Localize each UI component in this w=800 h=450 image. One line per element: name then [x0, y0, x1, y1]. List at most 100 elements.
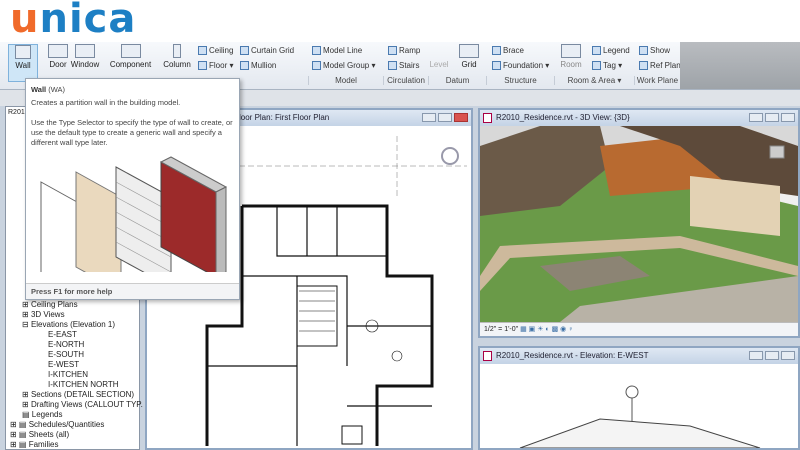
curtain-grid-button[interactable]: Curtain Grid [240, 46, 294, 56]
elevation-view[interactable]: R2010_Residence.rvt - Elevation: E-WEST [478, 346, 800, 450]
elevation-title: R2010_Residence.rvt - Elevation: E-WEST [496, 351, 649, 360]
ribbon-empty [680, 42, 800, 89]
foundation-label: Foundation [503, 61, 544, 70]
tree-item[interactable]: E-EAST [10, 330, 143, 340]
close-button[interactable] [454, 113, 468, 122]
document-icon [483, 351, 492, 361]
model-group-label: Model Group [323, 61, 370, 70]
tooltip-description: Creates a partition wall in the building… [31, 98, 181, 107]
elevation-drawing [519, 385, 761, 449]
model-group-button[interactable]: Model Group ▾ [312, 61, 376, 71]
legend-icon [592, 46, 601, 56]
tree-item[interactable]: ⊞ 3D Views [10, 310, 143, 320]
document-icon [483, 113, 492, 123]
minimize-button[interactable] [749, 351, 763, 360]
legend-label: Legend [603, 46, 630, 55]
tree-item[interactable]: I-KITCHEN NORTH [10, 380, 143, 390]
tree-item[interactable]: ⊞ Ceiling Plans [10, 300, 143, 310]
wall-tooltip: Wall (WA) Creates a partition wall in th… [25, 78, 240, 303]
room-label: Room [560, 60, 582, 69]
restore-button[interactable] [765, 351, 779, 360]
3d-view-title: R2010_Residence.rvt - 3D View: {3D} [496, 113, 630, 122]
view-control-bar: 1/2" = 1'-0" ▦ ▣ ☀ ◐ ▩ ◉ ♀ [480, 322, 798, 336]
tree-item[interactable]: E-NORTH [10, 340, 143, 350]
3d-house-render [480, 126, 798, 322]
ramp-button[interactable]: Ramp [388, 46, 421, 56]
tree-item[interactable]: ⊞ ▤ Families [10, 440, 143, 450]
brace-icon [492, 46, 501, 56]
tree-item[interactable]: ⊞ ▤ Sheets (all) [10, 430, 143, 440]
window-label: Window [70, 60, 100, 69]
model-line-button[interactable]: Model Line [312, 46, 362, 56]
brace-button[interactable]: Brace [492, 46, 524, 56]
tree-label: 3D Views [30, 310, 65, 319]
level-label: Level [429, 60, 449, 69]
column-button[interactable]: Column [157, 44, 197, 69]
grid-label: Grid [461, 60, 477, 69]
logo-u: u [10, 0, 40, 42]
legend-button[interactable]: Legend [592, 46, 630, 56]
show-button[interactable]: Show [639, 46, 670, 56]
ramp-icon [388, 46, 397, 56]
tree-label: Schedules/Quantities [28, 420, 105, 429]
tree-item[interactable]: ▤ Legends [10, 410, 143, 420]
3d-view[interactable]: R2010_Residence.rvt - 3D View: {3D} 1/2"… [478, 108, 800, 338]
component-label: Component [109, 60, 152, 69]
tree-item[interactable]: E-WEST [10, 360, 143, 370]
model-line-icon [312, 46, 321, 56]
tag-label: Tag [603, 61, 616, 70]
level-button[interactable]: Level [424, 44, 454, 69]
show-icon [639, 46, 648, 56]
component-button[interactable]: Component [108, 44, 153, 69]
panel-datum: Datum [428, 76, 486, 85]
ramp-label: Ramp [399, 46, 421, 55]
panel-work-plane: Work Plane [634, 76, 680, 85]
mullion-button[interactable]: Mullion [240, 61, 277, 71]
tree-item[interactable]: E-SOUTH [10, 350, 143, 360]
tag-button[interactable]: Tag ▾ [592, 61, 622, 71]
tree-label: Sections (DETAIL SECTION) [30, 390, 135, 399]
restore-button[interactable] [438, 113, 452, 122]
tree-item[interactable]: ⊞ Drafting Views (CALLOUT TYP. [10, 400, 143, 410]
room-button[interactable]: Room [553, 44, 589, 69]
grid-button[interactable]: Grid [454, 44, 484, 69]
foundation-button[interactable]: Foundation ▾ [492, 61, 549, 71]
floor-button[interactable]: Floor ▾ [198, 61, 233, 71]
panel-room-area[interactable]: Room & Area ▾ [554, 76, 634, 85]
ceiling-button[interactable]: Ceiling [198, 46, 233, 56]
ceiling-icon [198, 46, 207, 56]
unica-logo: unica [0, 0, 800, 42]
tree-label: Elevations (Elevation 1) [30, 320, 115, 329]
tree-label: Sheets (all) [28, 430, 70, 439]
browser-tree: ⊞ Ceiling Plans ⊞ 3D Views ⊟ Elevations … [10, 300, 143, 450]
mullion-icon [240, 61, 249, 71]
wall-button[interactable]: Wall [8, 44, 38, 82]
tooltip-shortcut: (WA) [48, 85, 66, 94]
maximize-button[interactable] [781, 351, 795, 360]
restore-button[interactable] [765, 113, 779, 122]
tree-label: Drafting Views (CALLOUT TYP. [30, 400, 143, 409]
tree-item[interactable]: ⊞ Sections (DETAIL SECTION) [10, 390, 143, 400]
stairs-button[interactable]: Stairs [388, 61, 420, 71]
tree-item[interactable]: ⊟ Elevations (Elevation 1) [10, 320, 143, 330]
foundation-icon [492, 61, 501, 71]
scale-label[interactable]: 1/2" = 1'-0" [484, 326, 518, 333]
tree-label: Families [28, 440, 59, 449]
mullion-label: Mullion [251, 61, 277, 70]
window-button[interactable]: Window [65, 44, 105, 69]
tree-item[interactable]: I-KITCHEN [10, 370, 143, 380]
tree-item[interactable]: ⊞ ▤ Schedules/Quantities [10, 420, 143, 430]
tooltip-footer: Press F1 for more help [26, 283, 239, 299]
panel-model: Model [308, 76, 383, 85]
curtain-grid-icon [240, 46, 249, 56]
floor-plan-title: loor Plan: First Floor Plan [239, 113, 330, 122]
tag-icon [592, 61, 601, 71]
minimize-button[interactable] [422, 113, 436, 122]
tooltip-title: Wall [31, 85, 47, 94]
minimize-button[interactable] [749, 113, 763, 122]
stairs-icon [388, 61, 397, 71]
maximize-button[interactable] [781, 113, 795, 122]
column-label: Column [163, 60, 191, 69]
elevation-titlebar: R2010_Residence.rvt - Elevation: E-WEST [480, 348, 798, 364]
stairs-label: Stairs [399, 61, 420, 70]
